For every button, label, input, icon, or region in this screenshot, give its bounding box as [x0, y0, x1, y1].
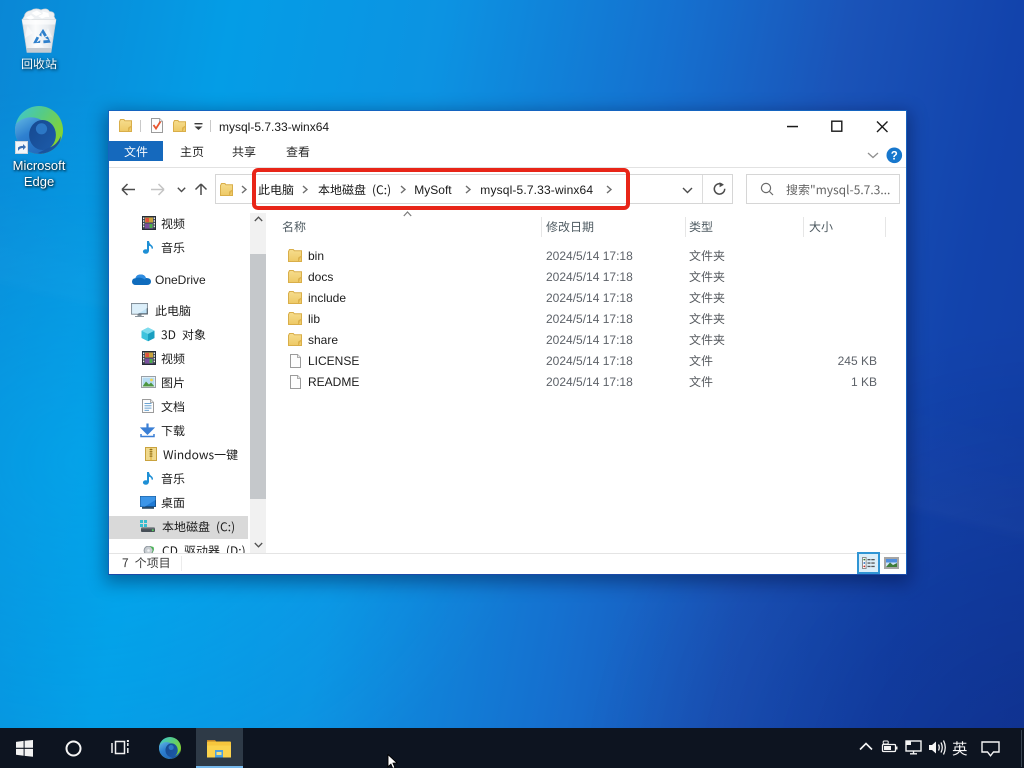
- svg-text:?: ?: [891, 150, 898, 162]
